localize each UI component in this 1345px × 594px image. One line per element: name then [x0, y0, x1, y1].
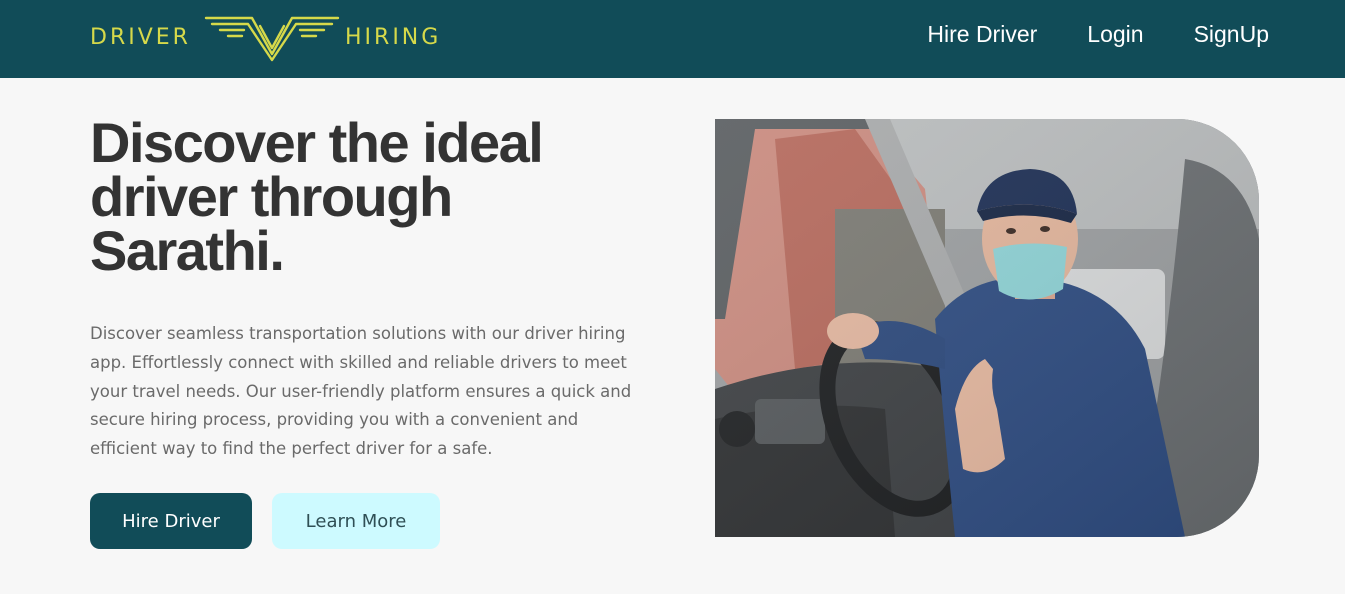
nav-login[interactable]: Login: [1087, 18, 1143, 50]
hero-title: Discover the ideal driver through Sarath…: [90, 111, 544, 282]
nav-signup[interactable]: SignUp: [1194, 18, 1269, 50]
navbar: DRIVER HIRING Hire Driver Login SignUp: [0, 0, 1345, 78]
driver-photo: [715, 119, 1259, 537]
hero-description: Discover seamless transportation solutio…: [90, 324, 632, 459]
learn-more-button[interactable]: Learn More: [272, 493, 440, 549]
hire-driver-button[interactable]: Hire Driver: [90, 493, 252, 549]
brand-logo[interactable]: DRIVER HIRING: [90, 12, 450, 64]
wings-v-icon: [204, 16, 340, 62]
brand-text-right: HIRING: [345, 25, 442, 50]
nav-hire-driver[interactable]: Hire Driver: [927, 18, 1037, 50]
nav-links: Hire Driver Login SignUp: [927, 18, 1269, 50]
brand-text-left: DRIVER: [90, 25, 191, 50]
